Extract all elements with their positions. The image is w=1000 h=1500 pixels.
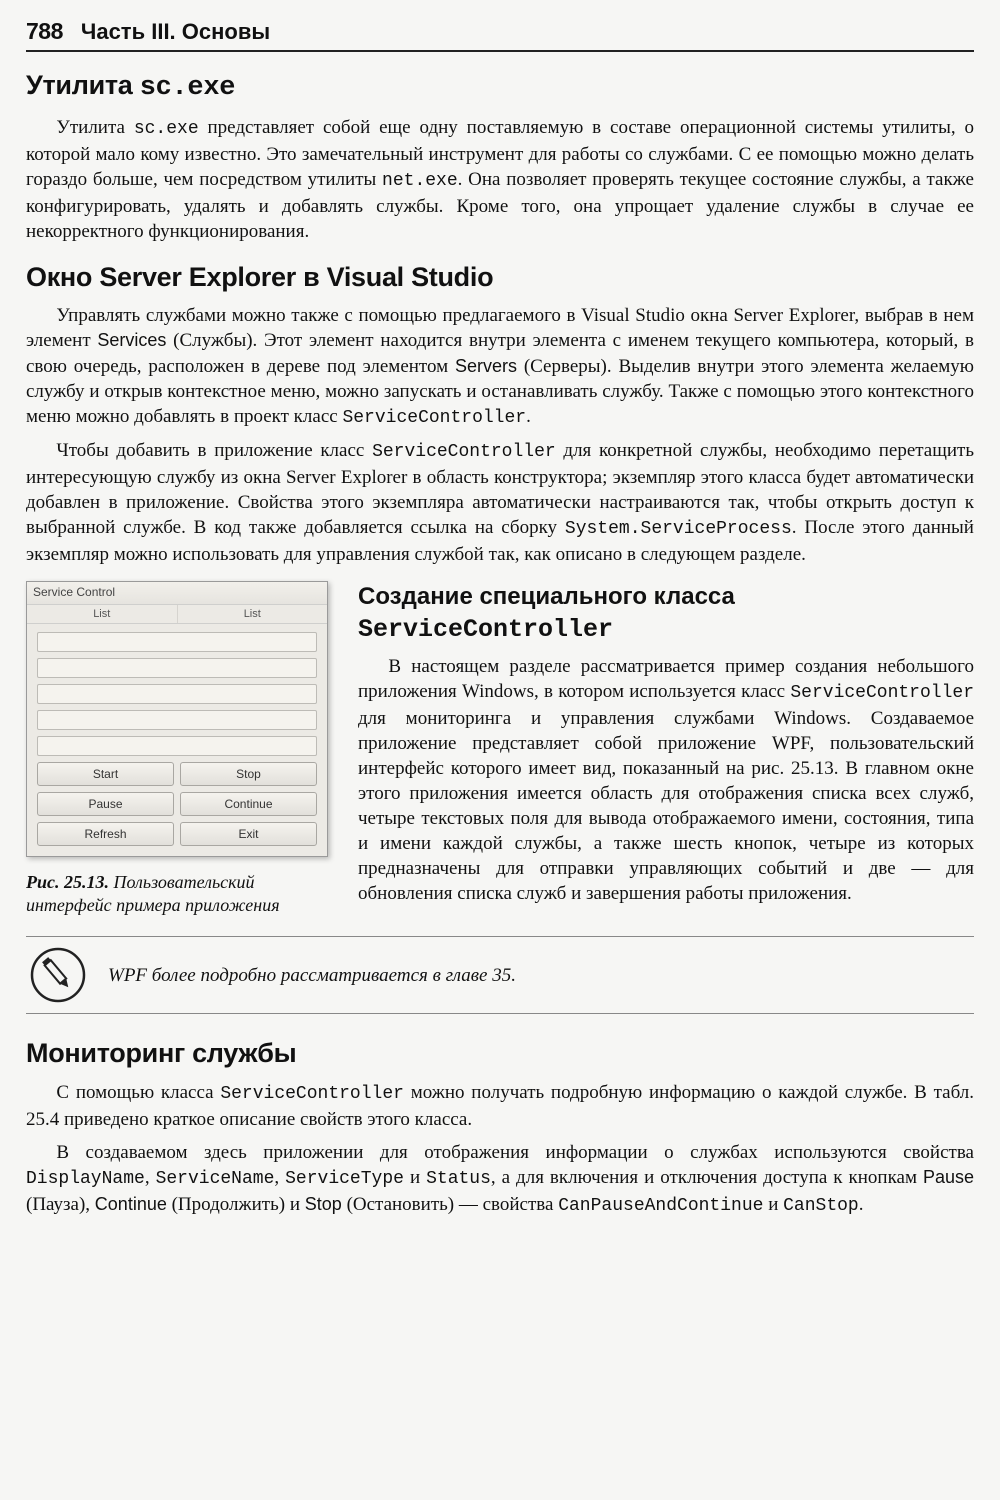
t: и (404, 1167, 426, 1188)
page-number: 788 (26, 16, 63, 46)
figure-field (37, 710, 317, 730)
figure-field (37, 736, 317, 756)
t: С помощью класса (56, 1082, 220, 1103)
t: , а для включения и отключения доступа к… (491, 1167, 923, 1188)
t: . (859, 1194, 864, 1215)
exit-button[interactable]: Exit (180, 822, 317, 846)
figure-field (37, 658, 317, 678)
code-servicename: ServiceName (156, 1169, 275, 1189)
para-create-servicecontroller: В настоящем разделе рассматривается прим… (358, 654, 974, 906)
figure-caption-label: Рис. 25.13. (26, 872, 109, 892)
part-label: Часть III. Основы (81, 17, 270, 46)
code-servicecontroller-4: ServiceController (220, 1084, 404, 1104)
figure-tab-2: List (178, 605, 328, 624)
figure-column: Service Control List List Start Stop Pau… (26, 581, 336, 916)
figure-window: Service Control List List Start Stop Pau… (26, 581, 328, 857)
heading-create-a: Создание специального класса (358, 583, 735, 610)
t: , (274, 1167, 285, 1188)
figure-buttons: Start Stop Pause Continue Refresh Exit (37, 762, 317, 846)
ui-continue: Continue (95, 1194, 167, 1214)
figure-body: Start Stop Pause Continue Refresh Exit (27, 624, 327, 856)
note-text: WPF более подробно рассматривается в гла… (108, 963, 516, 988)
figure-field (37, 684, 317, 704)
heading-sc-exe-code: sc.exe (140, 73, 235, 103)
heading-sc-exe: Утилита sc.exe (26, 68, 974, 107)
t: Чтобы добавить в приложение класс (56, 440, 372, 461)
code-canpauseandcontinue: CanPauseAndContinue (558, 1196, 763, 1216)
figure-tabs: List List (27, 605, 327, 625)
refresh-button[interactable]: Refresh (37, 822, 174, 846)
t: . (526, 406, 531, 427)
code-servicecontroller-2: ServiceController (372, 442, 556, 462)
t: (Продолжить) и (167, 1194, 305, 1215)
note-box: WPF более подробно рассматривается в гла… (26, 936, 974, 1014)
ui-services: Services (97, 330, 166, 350)
code-servicecontroller-1: ServiceController (342, 408, 526, 428)
code-servicetype: ServiceType (285, 1169, 404, 1189)
t: В создаваемом здесь приложении для отобр… (56, 1142, 974, 1163)
para-server-explorer-1: Управлять службами можно также с помощью… (26, 303, 974, 430)
heading-server-explorer: Окно Server Explorer в Visual Studio (26, 260, 974, 296)
para-sc-exe: Утилита sc.exe представляет собой еще од… (26, 115, 974, 244)
code-status: Status (426, 1169, 491, 1189)
ui-servers: Servers (455, 356, 517, 376)
heading-sc-exe-a: Утилита (26, 70, 140, 100)
t: , (145, 1167, 156, 1188)
page-header: 788 Часть III. Основы (26, 16, 974, 52)
heading-create-code: ServiceController (358, 615, 613, 644)
code-displayname: DisplayName (26, 1169, 145, 1189)
figure-caption: Рис. 25.13. Пользовательский интерфейс п… (26, 871, 336, 916)
stop-button[interactable]: Stop (180, 762, 317, 786)
t: для мониторинга и управления службами Wi… (358, 708, 974, 905)
t: (Пауза), (26, 1194, 95, 1215)
figure-window-title: Service Control (27, 582, 327, 605)
start-button[interactable]: Start (37, 762, 174, 786)
t: Утилита (56, 117, 133, 138)
pencil-icon (30, 947, 86, 1003)
continue-button[interactable]: Continue (180, 792, 317, 816)
code-sc-exe: sc.exe (134, 119, 199, 139)
t: (Остановить) — свойства (342, 1194, 558, 1215)
ui-stop: Stop (305, 1194, 342, 1214)
heading-monitoring: Мониторинг службы (26, 1036, 974, 1072)
code-system-serviceprocess: System.ServiceProcess (565, 519, 792, 539)
code-canstop: CanStop (783, 1196, 859, 1216)
pause-button[interactable]: Pause (37, 792, 174, 816)
code-net-exe: net.exe (382, 171, 458, 191)
t: и (763, 1194, 783, 1215)
figure-and-section: Service Control List List Start Stop Pau… (26, 581, 974, 916)
ui-pause: Pause (923, 1167, 974, 1187)
para-monitoring-1: С помощью класса ServiceController можно… (26, 1080, 974, 1132)
para-server-explorer-2: Чтобы добавить в приложение класс Servic… (26, 438, 974, 567)
section-servicecontroller: Создание специального класса ServiceCont… (358, 581, 974, 914)
figure-tab-1: List (27, 605, 178, 624)
code-servicecontroller-3: ServiceController (790, 683, 974, 703)
para-monitoring-2: В создаваемом здесь приложении для отобр… (26, 1140, 974, 1219)
page: 788 Часть III. Основы Утилита sc.exe Ути… (0, 0, 1000, 1500)
figure-field (37, 632, 317, 652)
heading-create-servicecontroller: Создание специального класса ServiceCont… (358, 581, 974, 646)
